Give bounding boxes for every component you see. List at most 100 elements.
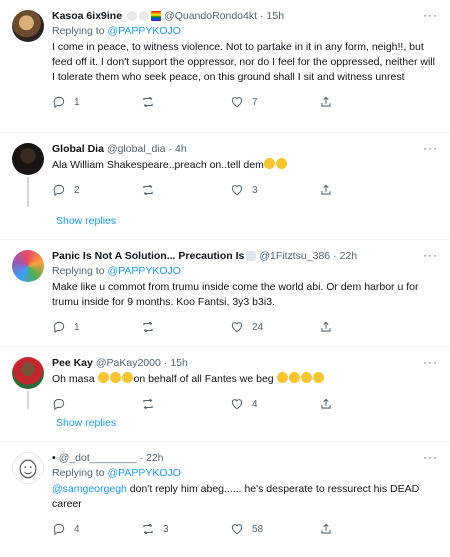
- replying-to: Replying to @PAPPYKOJO: [52, 466, 438, 481]
- tweet-2[interactable]: Global Dia @global_dia · 4h Ala William …: [0, 133, 450, 207]
- tweet-5[interactable]: • @_dot________ · 22h Replying to @PAPPY…: [0, 442, 450, 552]
- display-name[interactable]: •: [52, 450, 56, 466]
- handle[interactable]: @_dot________: [59, 450, 137, 466]
- thread-line: [27, 177, 29, 207]
- handle[interactable]: @PaKay2000: [96, 355, 161, 371]
- share-button[interactable]: [319, 95, 408, 109]
- avatar[interactable]: [12, 143, 44, 175]
- emoji-badge: [139, 11, 150, 21]
- mention-link[interactable]: @PAPPYKOJO: [107, 265, 181, 277]
- handle[interactable]: @global_dia: [107, 141, 166, 157]
- handle[interactable]: @QuandoRondo4kt: [164, 8, 257, 24]
- share-button[interactable]: [319, 320, 408, 334]
- tweet-text: Ala William Shakespeare..preach on..tell…: [52, 158, 438, 173]
- mention-link[interactable]: @PAPPYKOJO: [107, 467, 181, 479]
- timestamp[interactable]: 22h: [340, 248, 358, 264]
- avatar[interactable]: [12, 10, 44, 42]
- tweet-3[interactable]: Panic Is Not A Solution... Precaution Is…: [0, 240, 450, 347]
- more-icon[interactable]: ···: [423, 8, 438, 22]
- action-bar: 1 7: [52, 93, 438, 111]
- tweet-text: Oh masa on behalf of all Fantes we beg: [52, 372, 438, 387]
- avatar[interactable]: [12, 250, 44, 282]
- like-button[interactable]: 7: [230, 95, 319, 109]
- sweat-smile-emoji-icon: [300, 372, 312, 383]
- tweet-1[interactable]: Kasoa 6ix9ine @QuandoRondo4kt · 15h Repl…: [0, 0, 450, 133]
- timestamp[interactable]: 22h: [146, 450, 164, 466]
- share-icon: [321, 398, 331, 409]
- reply-icon: [53, 523, 65, 536]
- tweet-text-content: Ala William Shakespeare..preach on..tell…: [52, 159, 264, 171]
- like-count: 3: [252, 184, 258, 196]
- separator: ·: [333, 250, 337, 262]
- show-replies-link[interactable]: Show replies: [0, 205, 450, 240]
- reply-count: 1: [74, 96, 80, 108]
- like-button[interactable]: 24: [230, 320, 319, 334]
- replying-to: Replying to @PAPPYKOJO: [52, 264, 438, 279]
- replying-label: Replying to: [52, 265, 108, 277]
- timestamp[interactable]: 15h: [170, 355, 188, 371]
- reply-count: 2: [74, 184, 80, 196]
- timestamp[interactable]: 4h: [175, 141, 187, 157]
- retweet-button[interactable]: [141, 320, 230, 334]
- like-button[interactable]: 58: [230, 522, 319, 536]
- action-bar: 4: [52, 395, 438, 413]
- like-icon: [231, 524, 243, 535]
- retweet-button[interactable]: 3: [141, 522, 230, 536]
- retweet-button[interactable]: [141, 397, 230, 411]
- emoji-badge: [127, 11, 138, 21]
- retweet-icon: [143, 523, 153, 535]
- reply-button[interactable]: 4: [52, 522, 141, 536]
- tweet-text-start: Oh masa: [52, 373, 95, 385]
- reply-icon: [53, 184, 65, 197]
- like-button[interactable]: 4: [230, 397, 319, 411]
- display-name[interactable]: Pee Kay: [52, 355, 93, 371]
- share-icon: [321, 184, 331, 195]
- like-count: 7: [252, 96, 258, 108]
- mention-link[interactable]: @PAPPYKOJO: [107, 25, 181, 37]
- cup-emoji-icon: [246, 251, 257, 261]
- like-count: 24: [252, 321, 264, 333]
- tweet-4[interactable]: Pee Kay @PaKay2000 · 15h Oh masa on beha…: [0, 347, 450, 411]
- like-icon: [231, 322, 243, 333]
- rofl-emoji-icon: [263, 158, 275, 169]
- like-count: 4: [252, 398, 258, 410]
- retweet-count: 3: [163, 523, 169, 535]
- display-name[interactable]: Kasoa 6ix9ine: [52, 8, 122, 24]
- like-icon: [231, 399, 243, 410]
- more-icon[interactable]: ···: [423, 450, 438, 464]
- reply-button[interactable]: 1: [52, 95, 141, 109]
- share-icon: [321, 321, 331, 332]
- share-button[interactable]: [319, 522, 408, 536]
- reply-button[interactable]: 2: [52, 183, 141, 197]
- reply-button[interactable]: 1: [52, 320, 141, 334]
- separator: ·: [260, 10, 264, 22]
- avatar[interactable]: [12, 452, 44, 484]
- handle[interactable]: @1Fitztsu_386: [259, 248, 330, 264]
- share-button[interactable]: [319, 183, 408, 197]
- like-icon: [231, 185, 243, 196]
- share-button[interactable]: [319, 397, 408, 411]
- separator: ·: [139, 452, 144, 464]
- avatar[interactable]: [12, 357, 44, 389]
- retweet-icon: [143, 321, 153, 333]
- retweet-button[interactable]: [141, 95, 230, 109]
- display-name[interactable]: Panic Is Not A Solution... Precaution Is: [52, 248, 244, 264]
- sweat-smile-emoji-icon: [109, 372, 121, 383]
- like-button[interactable]: 3: [230, 183, 319, 197]
- sweat-smile-emoji-icon: [121, 372, 133, 383]
- timestamp[interactable]: 15h: [267, 8, 285, 24]
- more-icon[interactable]: ···: [423, 141, 438, 155]
- reply-icon: [53, 321, 65, 334]
- tweet-text: Make like u commot from trumu inside com…: [52, 281, 419, 308]
- more-icon[interactable]: ···: [423, 248, 438, 262]
- sweat-smile-emoji-icon: [288, 372, 300, 383]
- sweat-smile-emoji-icon: [97, 372, 109, 383]
- mention-link[interactable]: @samgeorgegh: [52, 483, 127, 495]
- display-name[interactable]: Global Dia: [52, 141, 104, 157]
- retweet-button[interactable]: [141, 183, 230, 197]
- retweet-icon: [143, 96, 153, 108]
- reply-button[interactable]: [52, 397, 141, 411]
- share-icon: [321, 523, 331, 534]
- replying-label: Replying to: [52, 25, 108, 37]
- more-icon[interactable]: ···: [423, 355, 438, 369]
